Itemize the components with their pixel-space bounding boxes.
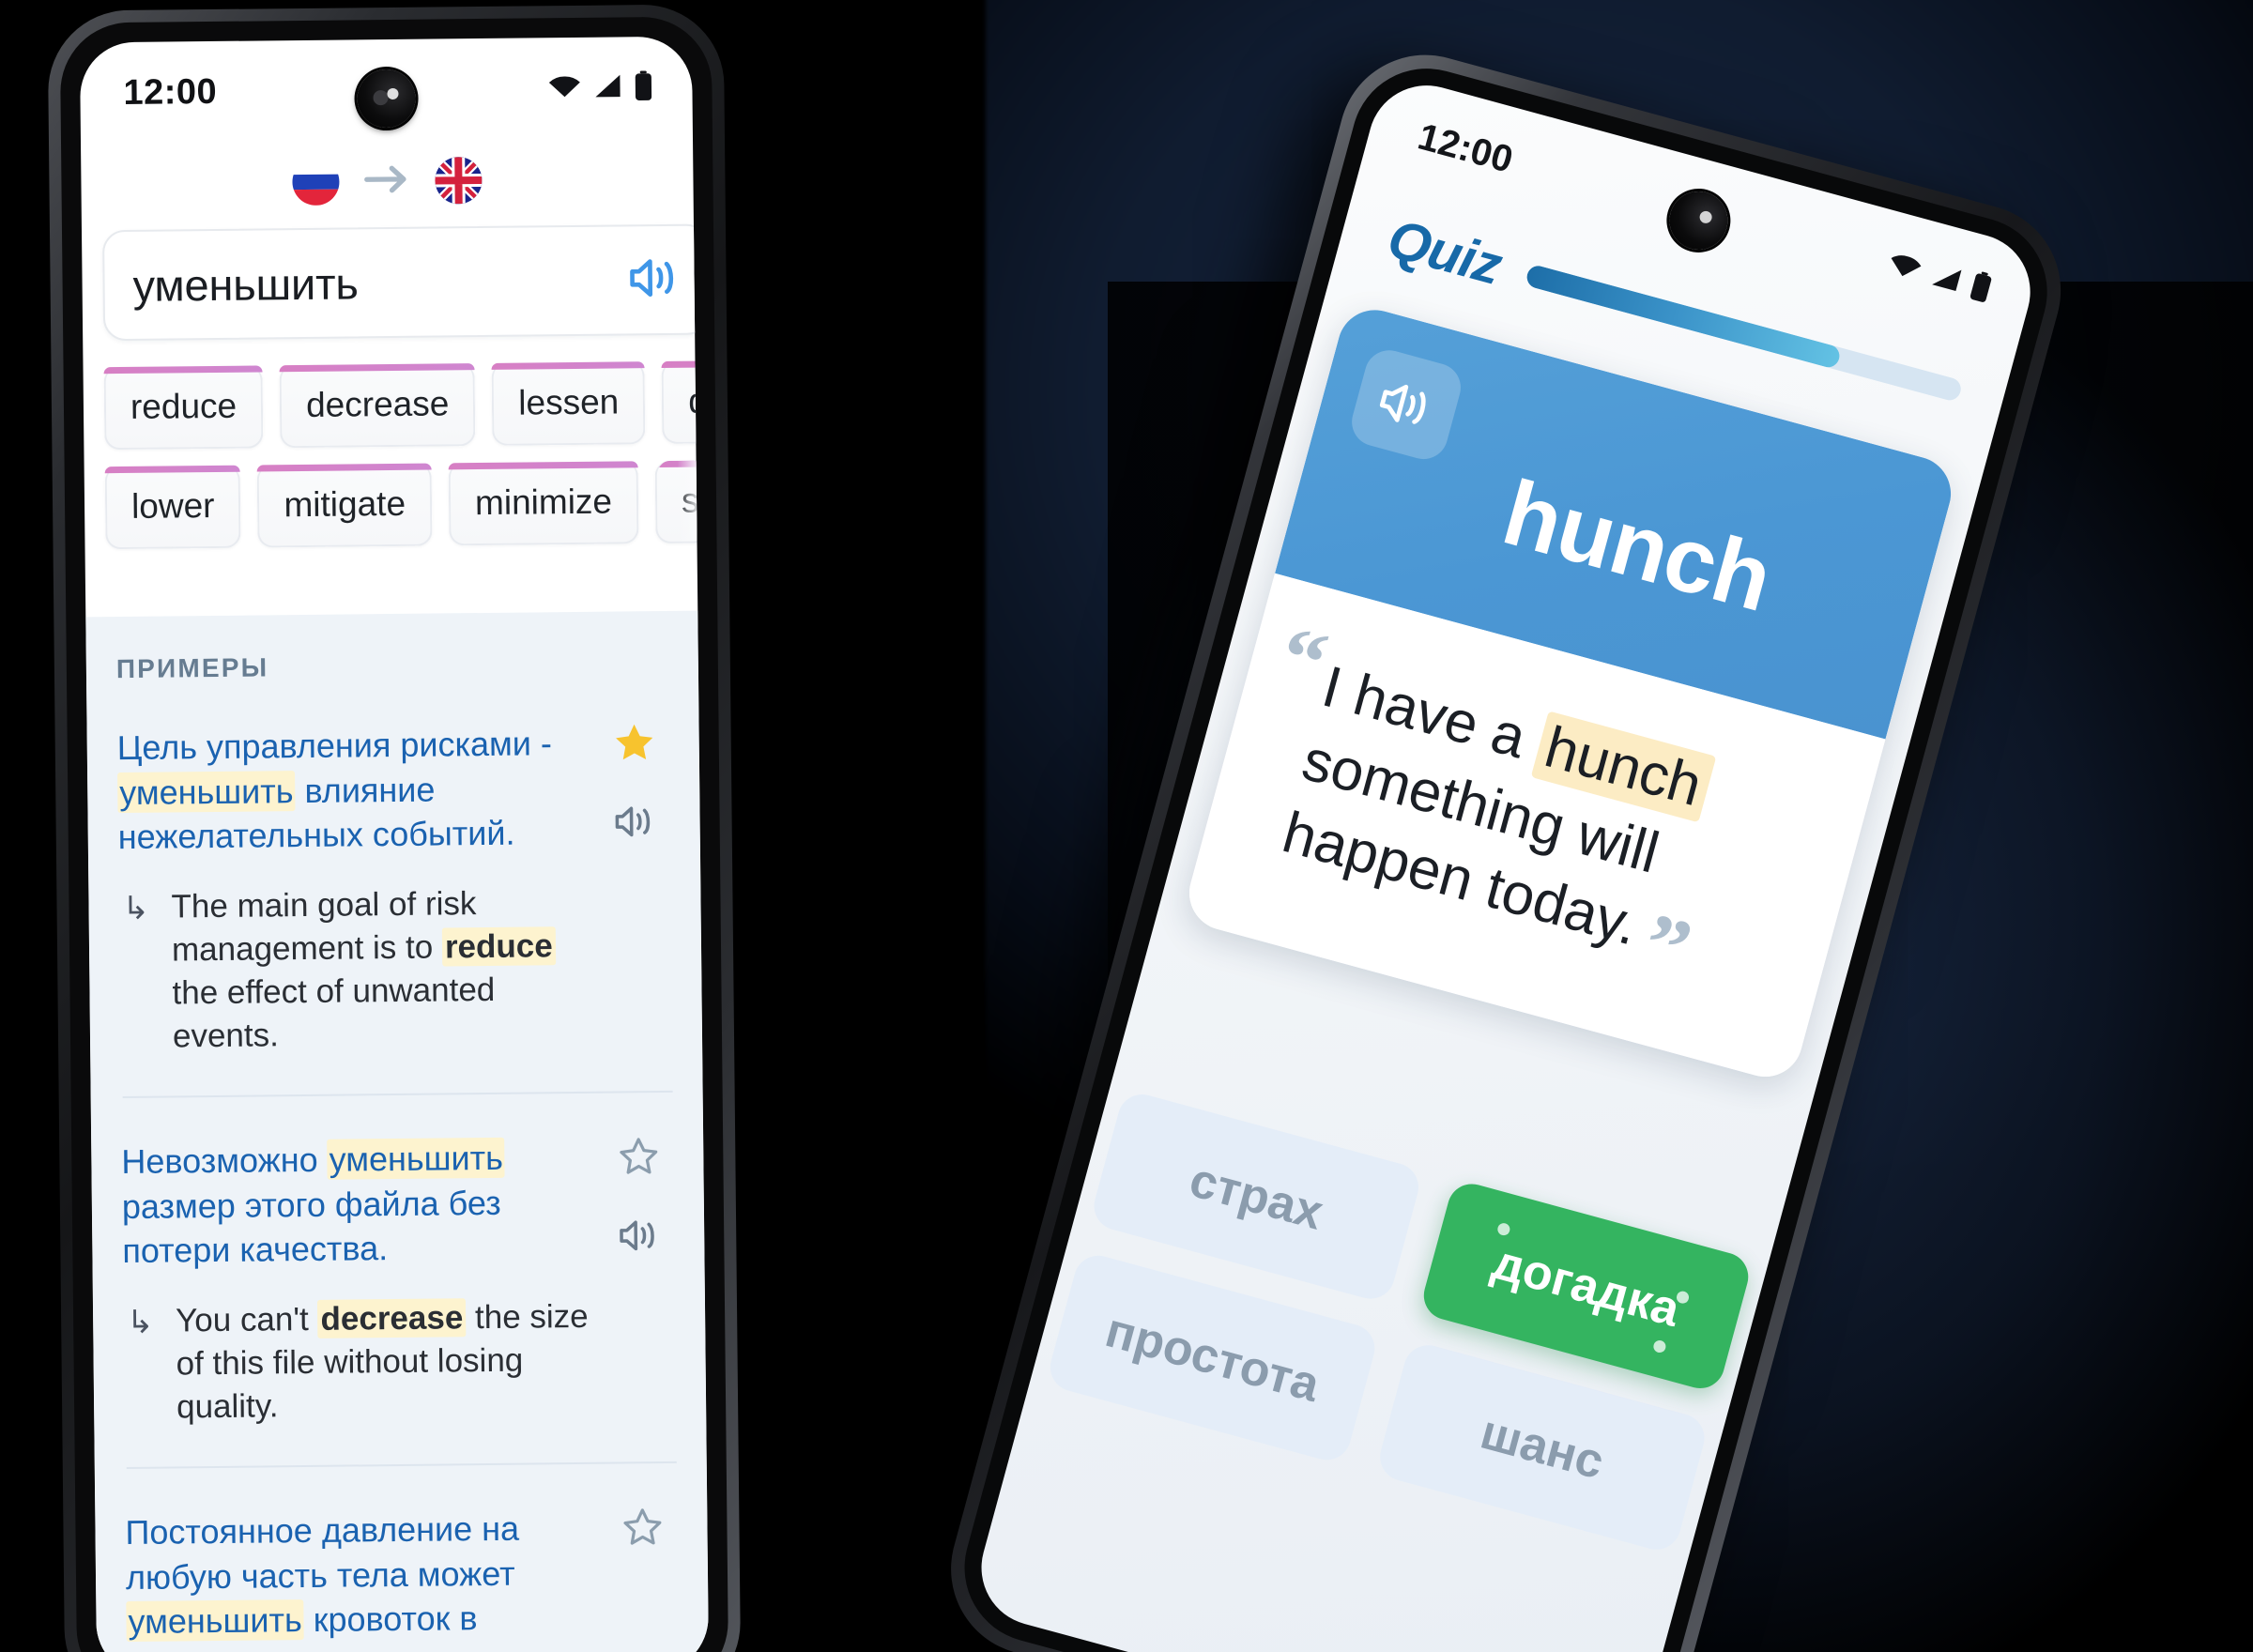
speaker-icon[interactable] xyxy=(617,1216,662,1261)
chip-label: lower xyxy=(130,485,215,526)
example-source-highlight: уменьшить xyxy=(117,770,296,813)
star-filled-icon[interactable] xyxy=(611,720,657,770)
example-source-sentence: Цель управления рисками - уменьшить влия… xyxy=(117,721,591,860)
signal-icon xyxy=(1927,260,1965,298)
speaker-icon[interactable] xyxy=(612,802,657,847)
example-item: Постоянное давление на любую часть тела … xyxy=(125,1505,681,1652)
example-source-pre: Цель управления рисками - xyxy=(116,724,553,768)
search-value: уменьшить xyxy=(132,257,359,311)
phone-left-screen: 12:00 уменьшить reduce decrease lessen l… xyxy=(79,36,710,1652)
translation-chip[interactable]: mitigate xyxy=(257,463,433,548)
status-icons xyxy=(547,69,652,106)
star-outline-icon[interactable] xyxy=(616,1134,662,1184)
quiz-sentence-text: I have a hunch something will happen tod… xyxy=(1276,654,1717,999)
translation-chips-row-1: reduce decrease lessen diminish xyxy=(103,359,710,451)
battery-icon xyxy=(1967,269,1994,308)
signal-icon xyxy=(592,72,622,103)
russia-flag-icon[interactable] xyxy=(292,158,340,206)
example-item: Невозможно уменьшить размер этого файла … xyxy=(121,1134,678,1430)
example-target-pre: You can't xyxy=(175,1300,318,1339)
translation-chip[interactable]: lessen xyxy=(491,361,646,446)
status-icons xyxy=(1884,247,1995,308)
example-target-highlight: decrease xyxy=(317,1298,467,1338)
speaker-icon[interactable] xyxy=(1346,344,1466,465)
quiz-answer-grid: страх догадка простота шанс xyxy=(1044,1089,1755,1555)
wifi-icon xyxy=(1884,249,1924,287)
status-clock: 12:00 xyxy=(1413,115,1518,181)
page-title: Quiz xyxy=(1381,206,1509,297)
phone-left-dictionary: 12:00 уменьшить reduce decrease lessen l… xyxy=(47,4,742,1652)
quiz-word: hunch xyxy=(1493,459,1783,631)
quote-close-icon: ” xyxy=(1633,895,1701,999)
translation-chip[interactable]: lower xyxy=(104,465,241,550)
translation-chip[interactable]: minimize xyxy=(448,461,639,546)
example-target-highlight: reduce xyxy=(441,925,556,967)
divider xyxy=(122,1091,673,1099)
sparkle-icon xyxy=(1651,1338,1667,1354)
example-actions xyxy=(609,1505,676,1555)
example-target-sentence: ↳ You can't decrease the size of this fi… xyxy=(123,1295,597,1430)
example-source-pre: Постоянное давление на любую часть тела … xyxy=(125,1509,520,1597)
star-outline-icon[interactable] xyxy=(620,1505,666,1554)
example-source-post: размер этого файла без потери качества. xyxy=(121,1183,501,1271)
example-source-sentence: Постоянное давление на любую часть тела … xyxy=(125,1506,600,1652)
example-item: Цель управления рисками - уменьшить влия… xyxy=(117,720,675,1059)
chip-label: minimize xyxy=(474,482,613,523)
example-target-sentence: ↳ The main goal of risk management is to… xyxy=(118,880,593,1059)
chip-label: mitigate xyxy=(284,483,406,525)
chip-label: lessen xyxy=(518,382,620,422)
language-selector[interactable] xyxy=(81,138,694,225)
speaker-icon[interactable] xyxy=(626,252,683,307)
example-source-highlight: уменьшить xyxy=(327,1138,506,1181)
chip-label: reduce xyxy=(130,386,238,426)
example-actions xyxy=(605,1134,672,1261)
front-camera xyxy=(357,69,416,129)
example-target-post: the effect of unwanted events. xyxy=(172,971,496,1055)
example-target-pre: The main goal of risk management is to xyxy=(171,884,477,969)
arrow-right-icon xyxy=(363,162,410,200)
reply-arrow-icon: ↳ xyxy=(126,1304,154,1340)
examples-heading: ПРИМЕРЫ xyxy=(115,652,269,684)
example-source-sentence: Невозможно уменьшить размер этого файла … xyxy=(121,1135,595,1274)
united-kingdom-flag-icon[interactable] xyxy=(435,156,483,205)
search-input[interactable]: уменьшить xyxy=(101,223,710,342)
battery-icon xyxy=(634,69,652,105)
sparkle-icon xyxy=(1495,1221,1511,1237)
examples-panel: ПРИМЕРЫ Цель управления рисками - уменьш… xyxy=(85,610,710,1652)
divider xyxy=(126,1461,677,1470)
translation-chips-row-2: lower mitigate minimize shrink xyxy=(104,460,709,550)
example-source-pre: Невозможно xyxy=(121,1140,328,1182)
status-clock: 12:00 xyxy=(123,71,218,113)
translation-chips: reduce decrease lessen diminish lower mi… xyxy=(103,359,710,566)
wifi-icon xyxy=(547,72,581,103)
translation-chip[interactable]: decrease xyxy=(279,363,476,449)
example-actions xyxy=(601,720,667,847)
reply-arrow-icon: ↳ xyxy=(122,890,150,926)
chip-label: decrease xyxy=(305,384,450,424)
screenshot-stage: 12:00 уменьшить reduce decrease lessen l… xyxy=(0,0,2253,1652)
answer-label: догадка xyxy=(1486,1234,1686,1338)
quiz-question-card: hunch “ I have a hunch something will ha… xyxy=(1180,301,1960,1085)
example-source-highlight: уменьшить xyxy=(126,1599,304,1643)
translation-chip[interactable]: reduce xyxy=(103,365,264,451)
